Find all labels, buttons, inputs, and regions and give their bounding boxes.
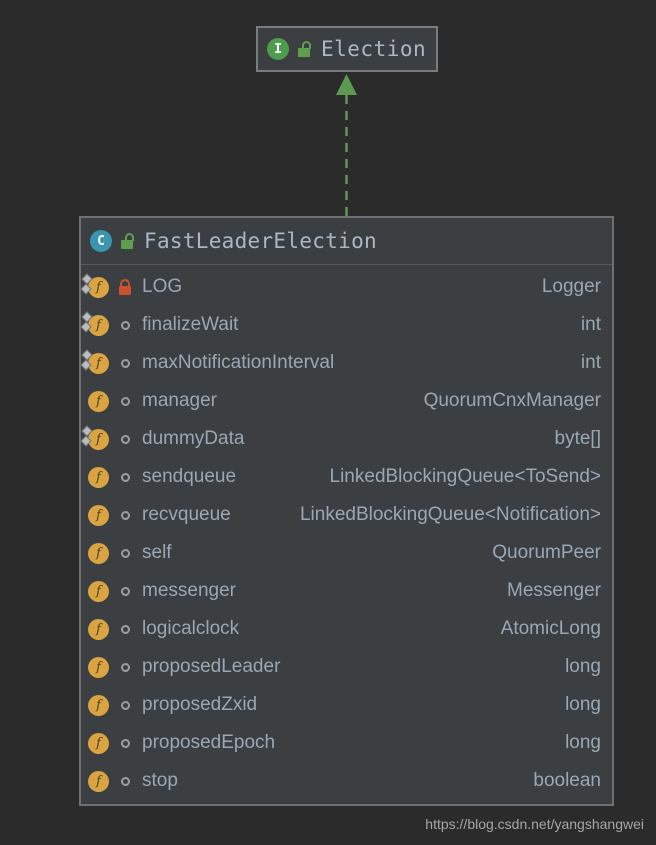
class-member-row[interactable]: f proposedLeader long [81,648,612,686]
package-private-icon [117,777,133,786]
package-private-icon [117,321,133,330]
static-modifier-icon [80,359,91,370]
package-private-icon [117,739,133,748]
watermark: https://blog.csdn.net/yangshangwei [425,816,644,832]
class-member-row[interactable]: f recvqueue LinkedBlockingQueue<Notificati… [81,496,612,534]
class-member-name: stop [142,770,178,792]
field-icon: f [88,353,109,374]
class-member-row[interactable]: f manager QuorumCnxManager [81,382,612,420]
realization-arrowhead [336,74,357,95]
class-member-name: proposedLeader [142,656,280,678]
static-modifier-icon [80,435,91,446]
class-member-row[interactable]: f proposedZxid long [81,686,612,724]
class-member-type: LinkedBlockingQueue<Notification> [300,504,601,526]
class-member-list: f LOG Logger f finalizeWait int f maxNotificati… [81,265,612,804]
class-member-row[interactable]: f sendqueue LinkedBlockingQueue<ToSend> [81,458,612,496]
field-icon: f [88,581,109,602]
field-icon: f [88,467,109,488]
package-private-icon [117,473,133,482]
class-member-type: AtomicLong [501,618,601,640]
class-member-name: LOG [142,276,182,298]
class-member-type: byte[] [555,428,601,450]
class-member-type: long [565,732,601,754]
package-private-icon [117,511,133,520]
class-node-fastleaderelection[interactable]: C FastLeaderElection f LOG Logger f finalize… [79,216,614,806]
package-private-icon [117,549,133,558]
field-icon: f [88,657,109,678]
field-icon: f [88,619,109,640]
class-member-row[interactable]: f finalizeWait int [81,306,612,344]
field-icon: f [88,733,109,754]
class-member-row[interactable]: f stop boolean [81,762,612,800]
field-icon: f [88,543,109,564]
package-private-icon [117,587,133,596]
class-member-type: Logger [542,276,601,298]
unlocked-padlock-icon [120,234,134,249]
class-member-type: long [565,694,601,716]
class-member-name: finalizeWait [142,314,238,336]
class-member-name: messenger [142,580,236,602]
class-member-type: long [565,656,601,678]
class-member-type: Messenger [507,580,601,602]
class-member-name: manager [142,390,217,412]
class-member-type: int [581,352,601,374]
class-member-name: sendqueue [142,466,236,488]
class-member-type: boolean [533,770,601,792]
static-modifier-icon [81,311,92,322]
class-member-row[interactable]: f maxNotificationInterval int [81,344,612,382]
class-member-row[interactable]: f proposedEpoch long [81,724,612,762]
class-member-row[interactable]: f messenger Messenger [81,572,612,610]
static-modifier-icon [81,349,92,360]
class-member-name: maxNotificationInterval [142,352,334,374]
field-icon: f [88,771,109,792]
class-node-header: C FastLeaderElection [81,218,612,265]
package-private-icon [117,397,133,406]
static-modifier-icon [81,425,92,436]
class-icon: C [90,230,112,252]
package-private-icon [117,663,133,672]
package-private-icon [117,625,133,634]
interface-node-election[interactable]: I Election [256,26,438,72]
field-icon: f [88,505,109,526]
field-icon: f [88,315,109,336]
class-member-name: recvqueue [142,504,231,526]
field-icon: f [88,695,109,716]
field-icon: f [88,277,109,298]
interface-node-title: Election [321,37,426,61]
class-member-type: LinkedBlockingQueue<ToSend> [330,466,601,488]
class-member-type: int [581,314,601,336]
static-modifier-icon [81,273,92,284]
static-modifier-icon [80,283,91,294]
class-icon-letter: C [90,230,112,252]
field-icon: f [88,429,109,450]
class-member-name: self [142,542,172,564]
class-node-title: FastLeaderElection [144,229,377,253]
locked-padlock-icon [117,280,133,295]
class-member-row[interactable]: f LOG Logger [81,268,612,306]
package-private-icon [117,359,133,368]
field-icon: f [88,391,109,412]
class-member-row[interactable]: f dummyData byte[] [81,420,612,458]
static-modifier-icon [80,321,91,332]
class-member-name: dummyData [142,428,244,450]
class-member-row[interactable]: f logicalclock AtomicLong [81,610,612,648]
class-member-name: proposedEpoch [142,732,275,754]
interface-icon: I [267,38,289,60]
class-member-name: logicalclock [142,618,239,640]
package-private-icon [117,435,133,444]
class-member-name: proposedZxid [142,694,257,716]
interface-icon-letter: I [267,38,289,60]
class-member-type: QuorumPeer [492,542,601,564]
class-member-row[interactable]: f self QuorumPeer [81,534,612,572]
class-member-type: QuorumCnxManager [424,390,601,412]
package-private-icon [117,701,133,710]
unlocked-padlock-icon [297,42,311,57]
diagram-canvas: I Election C FastLeaderElection f LOG Logg… [0,0,656,845]
